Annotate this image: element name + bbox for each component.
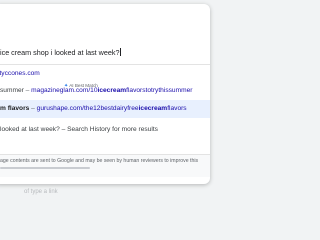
omnibox-dropdown: ice cream shop i looked at last week? it… [0,4,210,184]
suggestion-dash: – [29,105,37,112]
suggestion-row-magazineglam[interactable]: summer – magazineglam.com/10icecreamflav… [0,84,210,98]
privacy-notice-line [0,167,90,169]
suggestion-title: summer [0,87,24,94]
suggestion-url-tail: flavors [167,105,187,112]
text-caret [119,48,121,56]
omnibox-input[interactable]: ice cream shop i looked at last week? [0,44,210,62]
suggestion-url: ityccones.com [0,70,40,77]
suggestion-row-history[interactable]: looked at last week? – Search History fo… [0,122,210,138]
suggestion-url: gurushape.com/the12bestdairyfree [36,105,139,112]
suggestion-url-match: icecream [97,87,127,94]
suggestion-url: magazineglam.com/10 [31,87,98,94]
suggestion-url-match: icecream [138,105,168,112]
suggestion-title: m flavors [0,105,30,112]
divider [0,64,210,65]
omnibox-query-text: ice cream shop i looked at last week? [0,48,120,57]
privacy-notice-text: age contents are sent to Google and may … [0,158,199,164]
background-page-text: of type a link [24,189,58,195]
suggestion-history-note: – Search History for more results [59,126,158,133]
suggestion-title: looked at last week? [0,126,60,133]
suggestion-row-site[interactable]: ityccones.com [0,68,210,80]
suggestion-row-gurushape[interactable]: m flavors – gurushape.com/the12bestdairy… [0,100,210,118]
suggestion-url-tail: flavorstotrythissummer [126,87,193,94]
privacy-notice: age contents are sent to Google and may … [0,154,210,177]
